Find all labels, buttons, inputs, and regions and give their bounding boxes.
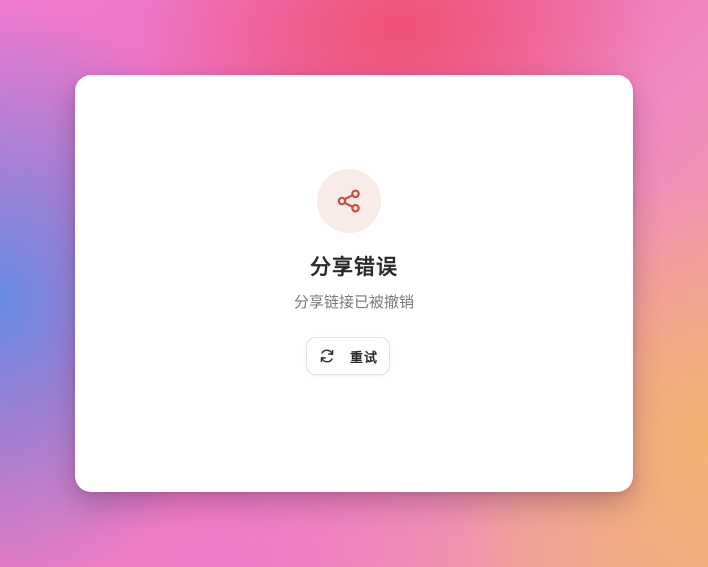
retry-button[interactable]: 重试 bbox=[306, 337, 390, 375]
refresh-icon bbox=[318, 347, 336, 365]
share-icon-badge bbox=[317, 169, 381, 233]
error-card: 分享错误 分享链接已被撤销 重试 bbox=[75, 75, 633, 492]
error-title: 分享错误 bbox=[310, 255, 398, 279]
retry-button-label: 重试 bbox=[349, 349, 378, 365]
error-message: 分享链接已被撤销 bbox=[293, 293, 414, 311]
share-icon bbox=[337, 189, 360, 213]
